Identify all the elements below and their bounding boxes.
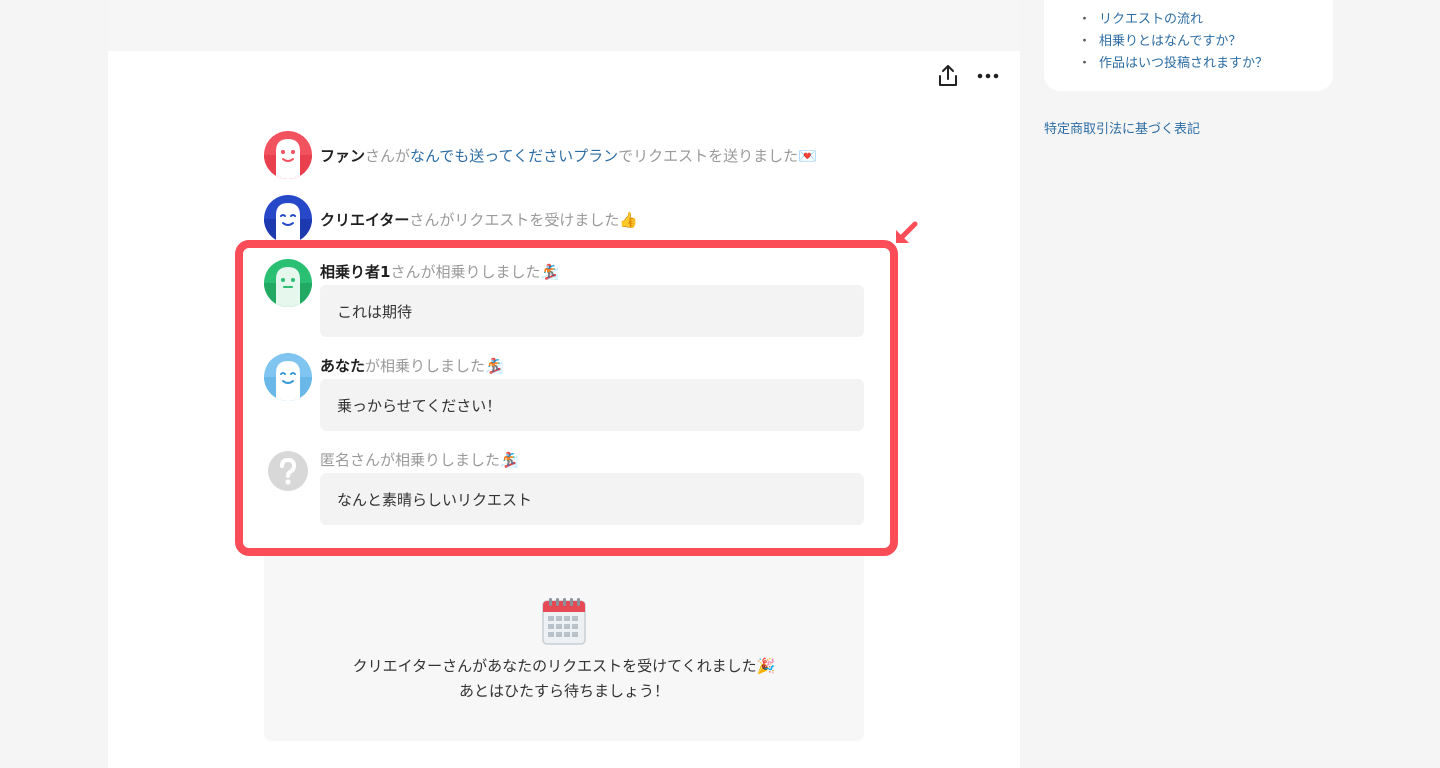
share-icon[interactable] — [934, 62, 962, 90]
rider-action: が相乗りしました🏂 — [365, 357, 504, 375]
status-card: クリエイターさんがあなたのリクエストを受けてくれました🎉 あとはひたすら待ちまし… — [264, 556, 864, 741]
fan-avatar — [264, 131, 312, 179]
legal-notice-link[interactable]: 特定商取引法に基づく表記 — [1044, 118, 1200, 137]
rider-item: 匿名さんが相乗りしました🏂 なんと素晴らしいリクエスト — [264, 447, 864, 527]
rider-name: 相乗り者1 — [320, 263, 391, 281]
plan-link[interactable]: なんでも送ってくださいプラン — [410, 147, 618, 165]
timeline-creator-accepted: クリエイターさんがリクエストを受けました👍 — [264, 195, 638, 243]
faq-link-request-flow[interactable]: ・リクエストの流れ — [1078, 8, 1203, 27]
creator-action: さんがリクエストを受けました👍 — [409, 210, 639, 229]
your-avatar — [264, 353, 312, 401]
fan-action: でリクエストを送りました💌 — [618, 146, 817, 165]
rider-name-line: 相乗り者1さんが相乗りしました🏂 — [320, 261, 559, 282]
rider-comment: これは期待 — [320, 285, 864, 337]
top-band — [108, 0, 1020, 51]
fan-event-text: ファンさんがなんでも送ってくださいプランでリクエストを送りました💌 — [320, 145, 817, 166]
rider-action: 匿名さんが相乗りしました🏂 — [320, 451, 519, 469]
pointer-arrow-icon — [893, 220, 919, 246]
calendar-icon — [540, 594, 588, 646]
faq-link-post-timing[interactable]: ・作品はいつ投稿されますか？ — [1078, 52, 1268, 71]
anonymous-avatar-icon — [264, 447, 312, 495]
timeline-fan-request: ファンさんがなんでも送ってくださいプランでリクエストを送りました💌 — [264, 131, 817, 179]
rider-item: 相乗り者1さんが相乗りしました🏂 これは期待 — [264, 259, 864, 339]
more-dots-icon[interactable] — [974, 62, 1002, 90]
rider-avatar — [264, 259, 312, 307]
rider-item: あなたが相乗りしました🏂 乗っからせてください！ — [264, 353, 864, 433]
rider-comment: 乗っからせてください！ — [320, 379, 864, 431]
creator-event-text: クリエイターさんがリクエストを受けました👍 — [320, 209, 638, 230]
rider-name-line: あなたが相乗りしました🏂 — [320, 355, 504, 376]
faq-link-ride-along[interactable]: ・相乗りとはなんですか？ — [1078, 30, 1241, 49]
status-message-line2: あとはひたすら待ちましょう！ — [458, 682, 669, 700]
rider-action: さんが相乗りしました🏂 — [390, 263, 560, 281]
creator-name: クリエイター — [320, 210, 410, 229]
rider-name-line: 匿名さんが相乗りしました🏂 — [320, 449, 519, 470]
rider-comment: なんと素晴らしいリクエスト — [320, 473, 864, 525]
fan-name: ファン — [320, 146, 366, 165]
creator-avatar — [264, 195, 312, 243]
rider-name: あなた — [320, 357, 366, 375]
status-message-line1: クリエイターさんがあなたのリクエストを受けてくれました🎉 — [352, 657, 776, 675]
fan-suffix: さんが — [365, 146, 411, 165]
